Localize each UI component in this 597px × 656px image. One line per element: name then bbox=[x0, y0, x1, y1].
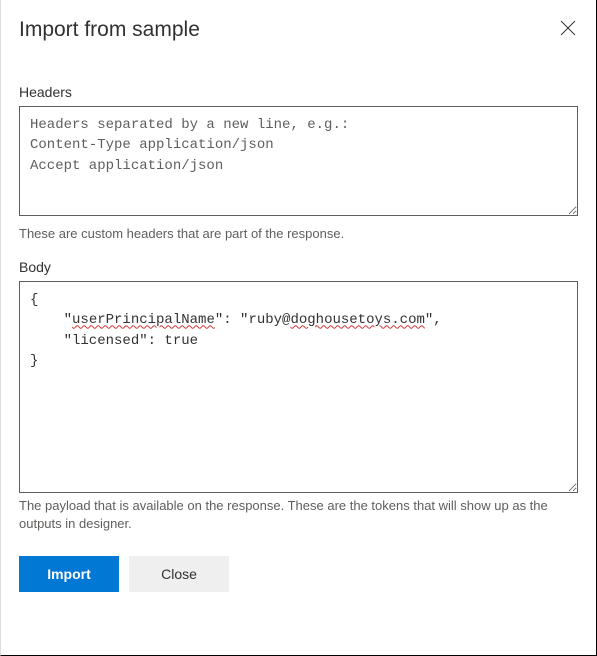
close-button[interactable]: Close bbox=[129, 556, 229, 592]
body-input[interactable]: { "userPrincipalName": "ruby@doghousetoy… bbox=[19, 281, 578, 493]
headers-helper: These are custom headers that are part o… bbox=[19, 225, 578, 243]
button-row: Import Close bbox=[19, 556, 578, 592]
import-button[interactable]: Import bbox=[19, 556, 119, 592]
dialog-header: Import from sample bbox=[19, 18, 578, 42]
import-from-sample-panel: Import from sample Headers These are cus… bbox=[1, 0, 596, 610]
headers-input[interactable] bbox=[19, 106, 578, 216]
body-helper: The payload that is available on the res… bbox=[19, 497, 578, 533]
body-label: Body bbox=[19, 259, 578, 275]
headers-label: Headers bbox=[19, 84, 578, 100]
dialog-title: Import from sample bbox=[19, 18, 200, 42]
close-icon bbox=[560, 20, 576, 36]
close-icon-button[interactable] bbox=[558, 18, 578, 38]
